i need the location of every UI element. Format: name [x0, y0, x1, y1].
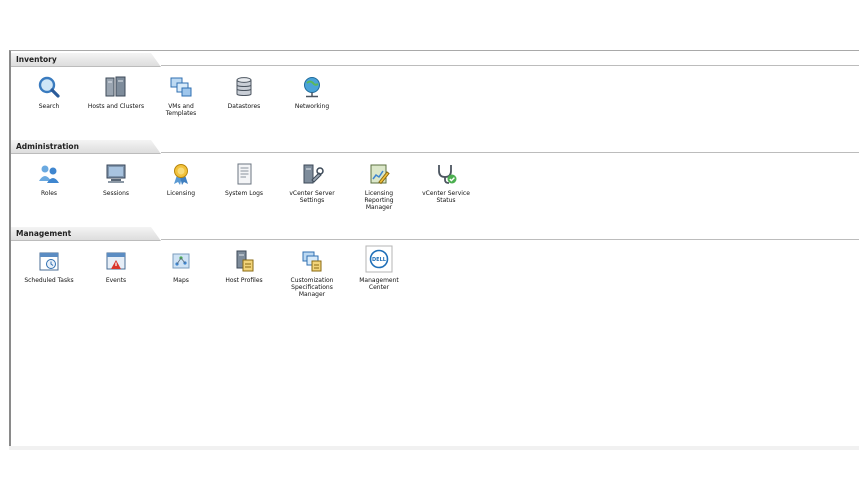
item-label: Search — [38, 103, 60, 110]
item-management-center[interactable]: DELL Management Center — [344, 245, 414, 291]
item-search[interactable]: Search — [14, 75, 84, 110]
item-label: Licensing Reporting Manager — [364, 190, 394, 211]
item-customization-specifications-manager[interactable]: Customization Specifications Manager — [277, 249, 347, 298]
search-icon — [38, 76, 60, 98]
item-vcenter-service-status[interactable]: vCenter Service Status — [411, 162, 481, 204]
scheduled-tasks-icon — [39, 252, 59, 271]
item-licensing[interactable]: Licensing — [146, 162, 216, 197]
customization-icon — [302, 251, 322, 272]
item-host-profiles[interactable]: Host Profiles — [209, 249, 279, 284]
section-title: Administration — [16, 142, 79, 151]
sessions-icon — [106, 164, 126, 183]
item-label: Scheduled Tasks — [24, 277, 74, 284]
host-profiles-icon — [236, 250, 254, 272]
maps-icon — [172, 253, 190, 269]
item-system-logs[interactable]: System Logs — [209, 162, 279, 197]
section-administration: Administration Roles Sessions Licensing … — [11, 140, 859, 226]
item-label: vCenter Server Settings — [289, 190, 335, 204]
item-label: vCenter Service Status — [422, 190, 470, 204]
item-label: System Logs — [224, 190, 264, 197]
section-header-management: Management — [11, 227, 859, 241]
item-hosts-and-clusters[interactable]: Hosts and Clusters — [81, 75, 151, 110]
item-sessions[interactable]: Sessions — [81, 162, 151, 197]
item-label: Events — [105, 277, 127, 284]
item-vms-and-templates[interactable]: VMs and Templates — [146, 75, 216, 117]
item-networking[interactable]: Networking — [277, 75, 347, 110]
item-label: Maps — [173, 277, 189, 284]
item-events[interactable]: Events — [81, 249, 151, 284]
item-licensing-reporting-manager[interactable]: Licensing Reporting Manager — [344, 162, 414, 211]
item-label: Roles — [40, 190, 58, 197]
section-header-administration: Administration — [11, 140, 859, 154]
vms-templates-icon — [170, 77, 192, 97]
home-panel: Inventory Search Hosts and Clusters VMs … — [9, 50, 859, 447]
item-scheduled-tasks[interactable]: Scheduled Tasks — [14, 249, 84, 284]
licensing-icon — [174, 164, 188, 185]
roles-icon — [39, 165, 59, 183]
events-icon — [106, 252, 126, 270]
item-label: VMs and Templates — [165, 103, 197, 117]
item-label: Host Profiles — [225, 277, 263, 284]
item-vcenter-server-settings[interactable]: vCenter Server Settings — [277, 162, 347, 204]
item-label: Management Center — [359, 277, 399, 291]
vcenter-settings-icon — [303, 164, 324, 184]
section-title: Inventory — [16, 55, 57, 64]
system-logs-icon — [237, 163, 252, 185]
item-label: Networking — [294, 103, 330, 110]
item-label: Customization Specifications Manager — [290, 277, 334, 298]
svg-text:DELL: DELL — [372, 257, 387, 263]
networking-icon — [304, 77, 320, 98]
item-label: Licensing — [166, 190, 196, 197]
item-label: Sessions — [102, 190, 130, 197]
section-management: Management Scheduled Tasks Events Maps H… — [11, 227, 859, 313]
licensing-reporting-icon — [370, 164, 390, 185]
datastores-icon — [236, 77, 252, 96]
item-maps[interactable]: Maps — [146, 249, 216, 284]
item-roles[interactable]: Roles — [14, 162, 84, 197]
item-label: Hosts and Clusters — [87, 103, 145, 110]
item-datastores[interactable]: Datastores — [209, 75, 279, 110]
panel-footer — [9, 446, 859, 450]
section-header-inventory: Inventory — [11, 53, 859, 67]
section-title: Management — [16, 229, 72, 238]
item-label: Datastores — [227, 103, 261, 110]
dell-logo-icon: DELL — [365, 245, 393, 273]
hosts-clusters-icon — [105, 76, 126, 97]
section-inventory: Inventory Search Hosts and Clusters VMs … — [11, 53, 859, 139]
service-status-icon — [438, 165, 457, 184]
